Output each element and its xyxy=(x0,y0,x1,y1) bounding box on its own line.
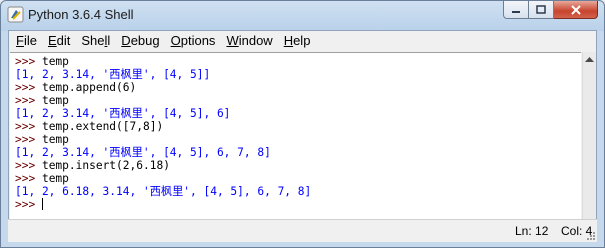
python-icon xyxy=(7,6,24,23)
shell-command-text: temp xyxy=(41,172,69,185)
close-button[interactable] xyxy=(554,1,598,19)
menu-bar: File Edit Shell Debug Options Window Help xyxy=(9,31,596,51)
text-cursor xyxy=(41,198,43,210)
menu-help[interactable]: Help xyxy=(279,31,316,51)
shell-command-line: >>> temp.insert(2,6.18) xyxy=(15,159,581,172)
shell-client-area: File Edit Shell Debug Options Window Help >>> … xyxy=(8,30,597,241)
status-bar: Ln: 12 Col: 4 xyxy=(8,219,597,242)
shell-prompt: >>> xyxy=(15,159,42,172)
shell-output-line: [1, 2, 6.18, 3.14, '西枫里', [4, 5], 6, 7, … xyxy=(15,185,581,198)
shell-command-text: temp xyxy=(41,133,69,146)
minimize-icon xyxy=(512,10,520,13)
shell-command-line: >>> temp.extend([7,8]) xyxy=(15,120,581,133)
shell-output-line: [1, 2, 3.14, '西枫里', [4, 5], 6] xyxy=(15,107,581,120)
line-indicator: Ln: 12 xyxy=(515,224,549,238)
shell-command-text: temp.append(6) xyxy=(41,81,137,94)
shell-command-line: >>> temp xyxy=(15,55,581,68)
close-icon xyxy=(570,4,581,15)
shell-result-text: [1, 2, 3.14, '西枫里', [4, 5]] xyxy=(15,68,211,81)
shell-output-line: [1, 2, 3.14, '西枫里', [4, 5], 6, 7, 8] xyxy=(15,146,581,159)
shell-command-line: >>> temp xyxy=(15,133,581,146)
shell-command-line: >>> temp xyxy=(15,172,581,185)
shell-prompt: >>> xyxy=(15,81,42,94)
resize-grip-icon[interactable] xyxy=(586,231,596,241)
menu-shell[interactable]: Shell xyxy=(76,31,115,51)
shell-prompt: >>> xyxy=(15,94,42,107)
shell-output[interactable]: >>> temp [1, 2, 3.14, '西枫里', [4, 5]] >>> t… xyxy=(10,53,581,211)
menu-file[interactable]: File xyxy=(11,31,42,51)
shell-prompt: >>> xyxy=(15,55,42,68)
shell-command-line: >>> temp.append(6) xyxy=(15,81,581,94)
shell-command-text: temp xyxy=(41,94,69,107)
scroll-up-button[interactable] xyxy=(583,52,596,66)
idle-shell-window: Python 3.6.4 Shell File Edit Shell Debug Opt… xyxy=(0,0,605,248)
shell-text-area[interactable]: >>> temp [1, 2, 3.14, '西枫里', [4, 5]] >>> t… xyxy=(10,52,581,235)
shell-command-text: temp.insert(2,6.18) xyxy=(41,159,170,172)
shell-command-line: >>> xyxy=(15,198,581,211)
vertical-scrollbar[interactable] xyxy=(582,52,596,234)
menu-window[interactable]: Window xyxy=(221,31,277,51)
window-title: Python 3.6.4 Shell xyxy=(28,7,134,22)
shell-prompt: >>> xyxy=(15,198,42,211)
arrow-up-icon xyxy=(585,57,594,62)
maximize-button[interactable] xyxy=(529,1,554,19)
menu-debug[interactable]: Debug xyxy=(116,31,164,51)
window-controls xyxy=(503,1,598,21)
shell-command-text: temp xyxy=(41,55,69,68)
title-bar[interactable]: Python 3.6.4 Shell xyxy=(1,1,604,29)
shell-command-line: >>> temp xyxy=(15,94,581,107)
minimize-button[interactable] xyxy=(503,1,529,19)
shell-command-text: temp.extend([7,8]) xyxy=(41,120,164,133)
shell-prompt: >>> xyxy=(15,120,42,133)
shell-prompt: >>> xyxy=(15,133,42,146)
shell-result-text: [1, 2, 3.14, '西枫里', [4, 5], 6] xyxy=(15,107,231,120)
menu-edit[interactable]: Edit xyxy=(43,31,75,51)
shell-output-line: [1, 2, 3.14, '西枫里', [4, 5]] xyxy=(15,68,581,81)
shell-result-text: [1, 2, 3.14, '西枫里', [4, 5], 6, 7, 8] xyxy=(15,146,271,159)
maximize-icon xyxy=(536,5,546,14)
shell-result-text: [1, 2, 6.18, 3.14, '西枫里', [4, 5], 6, 7, … xyxy=(15,185,312,198)
menu-options[interactable]: Options xyxy=(166,31,221,51)
shell-prompt: >>> xyxy=(15,172,42,185)
